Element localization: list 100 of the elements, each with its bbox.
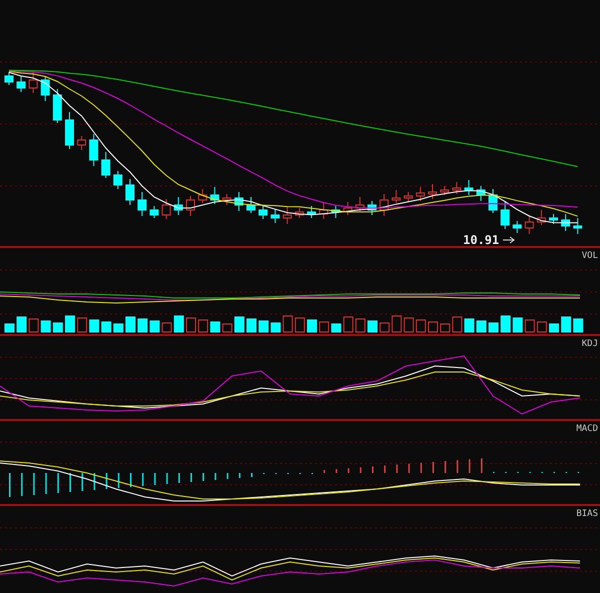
candlestick <box>65 112 74 150</box>
indicator-label: MACD <box>576 424 598 434</box>
candlestick <box>89 134 98 166</box>
volume-bar <box>101 322 112 332</box>
volume-bar <box>270 322 281 332</box>
volume-bar <box>355 318 366 332</box>
candlestick <box>101 152 110 178</box>
candlestick <box>210 186 220 204</box>
candlestick <box>294 208 304 218</box>
candlestick <box>416 186 425 202</box>
candlestick <box>162 198 171 220</box>
candlestick <box>355 196 364 212</box>
volume-bar <box>476 320 486 332</box>
volume-bar <box>210 322 220 332</box>
candlestick <box>282 206 292 224</box>
candlestick <box>561 214 570 232</box>
volume-bar <box>150 320 160 332</box>
volume-bar <box>65 316 75 332</box>
candlestick <box>440 186 450 196</box>
volume-bar <box>549 324 559 332</box>
candlestick <box>343 202 352 216</box>
volume-bar <box>392 316 402 332</box>
candlestick <box>150 206 159 218</box>
volume-bar <box>452 316 462 332</box>
candlestick <box>126 178 134 206</box>
candlestick <box>404 192 413 202</box>
volume-bar <box>282 316 293 332</box>
candlestick <box>138 192 147 216</box>
volume-bar <box>512 318 523 332</box>
volume-bar <box>331 324 342 332</box>
volume-bar <box>573 318 584 332</box>
indicator-label: KDJ <box>582 339 598 349</box>
candlestick <box>258 206 268 220</box>
candlestick <box>488 188 498 214</box>
volume-bar <box>162 322 172 332</box>
volume-bar <box>126 316 136 332</box>
volume-bar <box>307 320 317 332</box>
volume-bar <box>246 318 256 332</box>
candlestick <box>319 202 328 220</box>
price-marker: 10.91 <box>463 233 500 247</box>
volume-bar <box>488 322 498 332</box>
volume-bar <box>234 316 244 332</box>
candlestick <box>222 194 232 206</box>
candlestick <box>512 220 522 234</box>
volume-bar <box>89 320 100 332</box>
volume-bar <box>113 324 124 332</box>
candlestick <box>246 196 256 214</box>
volume-bar <box>52 322 63 332</box>
candlestick <box>331 206 340 218</box>
candlestick <box>52 88 62 124</box>
volume-bar <box>294 318 305 332</box>
candlestick <box>174 196 183 216</box>
volume-bar <box>380 322 390 332</box>
volume-bar <box>440 324 450 332</box>
volume-bar <box>500 316 511 332</box>
candlestick <box>4 72 14 86</box>
volume-bar <box>40 320 51 332</box>
volume-bar <box>428 322 438 332</box>
candlestick <box>40 76 50 102</box>
volume-bar <box>464 318 474 332</box>
candlestick <box>270 208 280 224</box>
volume-bar <box>258 320 269 332</box>
candlestick <box>198 188 208 204</box>
candlestick <box>380 194 389 216</box>
candlestick <box>464 180 474 196</box>
indicator-label: VOL <box>582 251 598 261</box>
volume-bar <box>368 320 378 332</box>
volume-bar <box>222 324 232 332</box>
candlestick <box>573 218 582 234</box>
indicator-label: BIAS <box>576 509 598 519</box>
volume-bar <box>28 318 39 332</box>
candlestick <box>307 206 316 218</box>
volume-bar <box>561 316 572 332</box>
candlestick <box>452 182 462 194</box>
candlestick <box>113 170 122 190</box>
candlestick <box>77 136 86 150</box>
candlestick <box>186 196 195 216</box>
volume-bar <box>524 320 535 332</box>
candlestick <box>536 210 546 226</box>
candlestick <box>500 202 510 230</box>
volume-bar <box>198 320 208 332</box>
volume-bar <box>186 318 196 332</box>
candlestick <box>428 184 437 200</box>
volume-bar <box>404 318 414 332</box>
volume-bar <box>4 324 14 332</box>
volume-bar <box>138 318 148 332</box>
candlestick <box>392 190 401 204</box>
volume-bar <box>536 322 547 332</box>
candlestick <box>368 200 376 216</box>
candlestick <box>549 214 558 224</box>
volume-bar <box>16 316 27 332</box>
volume-bar <box>343 316 354 332</box>
candlestick <box>28 72 38 94</box>
candlestick <box>234 192 244 212</box>
volume-bar <box>174 316 184 332</box>
candlestick <box>476 186 486 202</box>
candlestick <box>16 76 26 92</box>
candlestick <box>524 216 534 234</box>
volume-bar <box>416 320 426 332</box>
arrow-icon <box>503 236 516 244</box>
